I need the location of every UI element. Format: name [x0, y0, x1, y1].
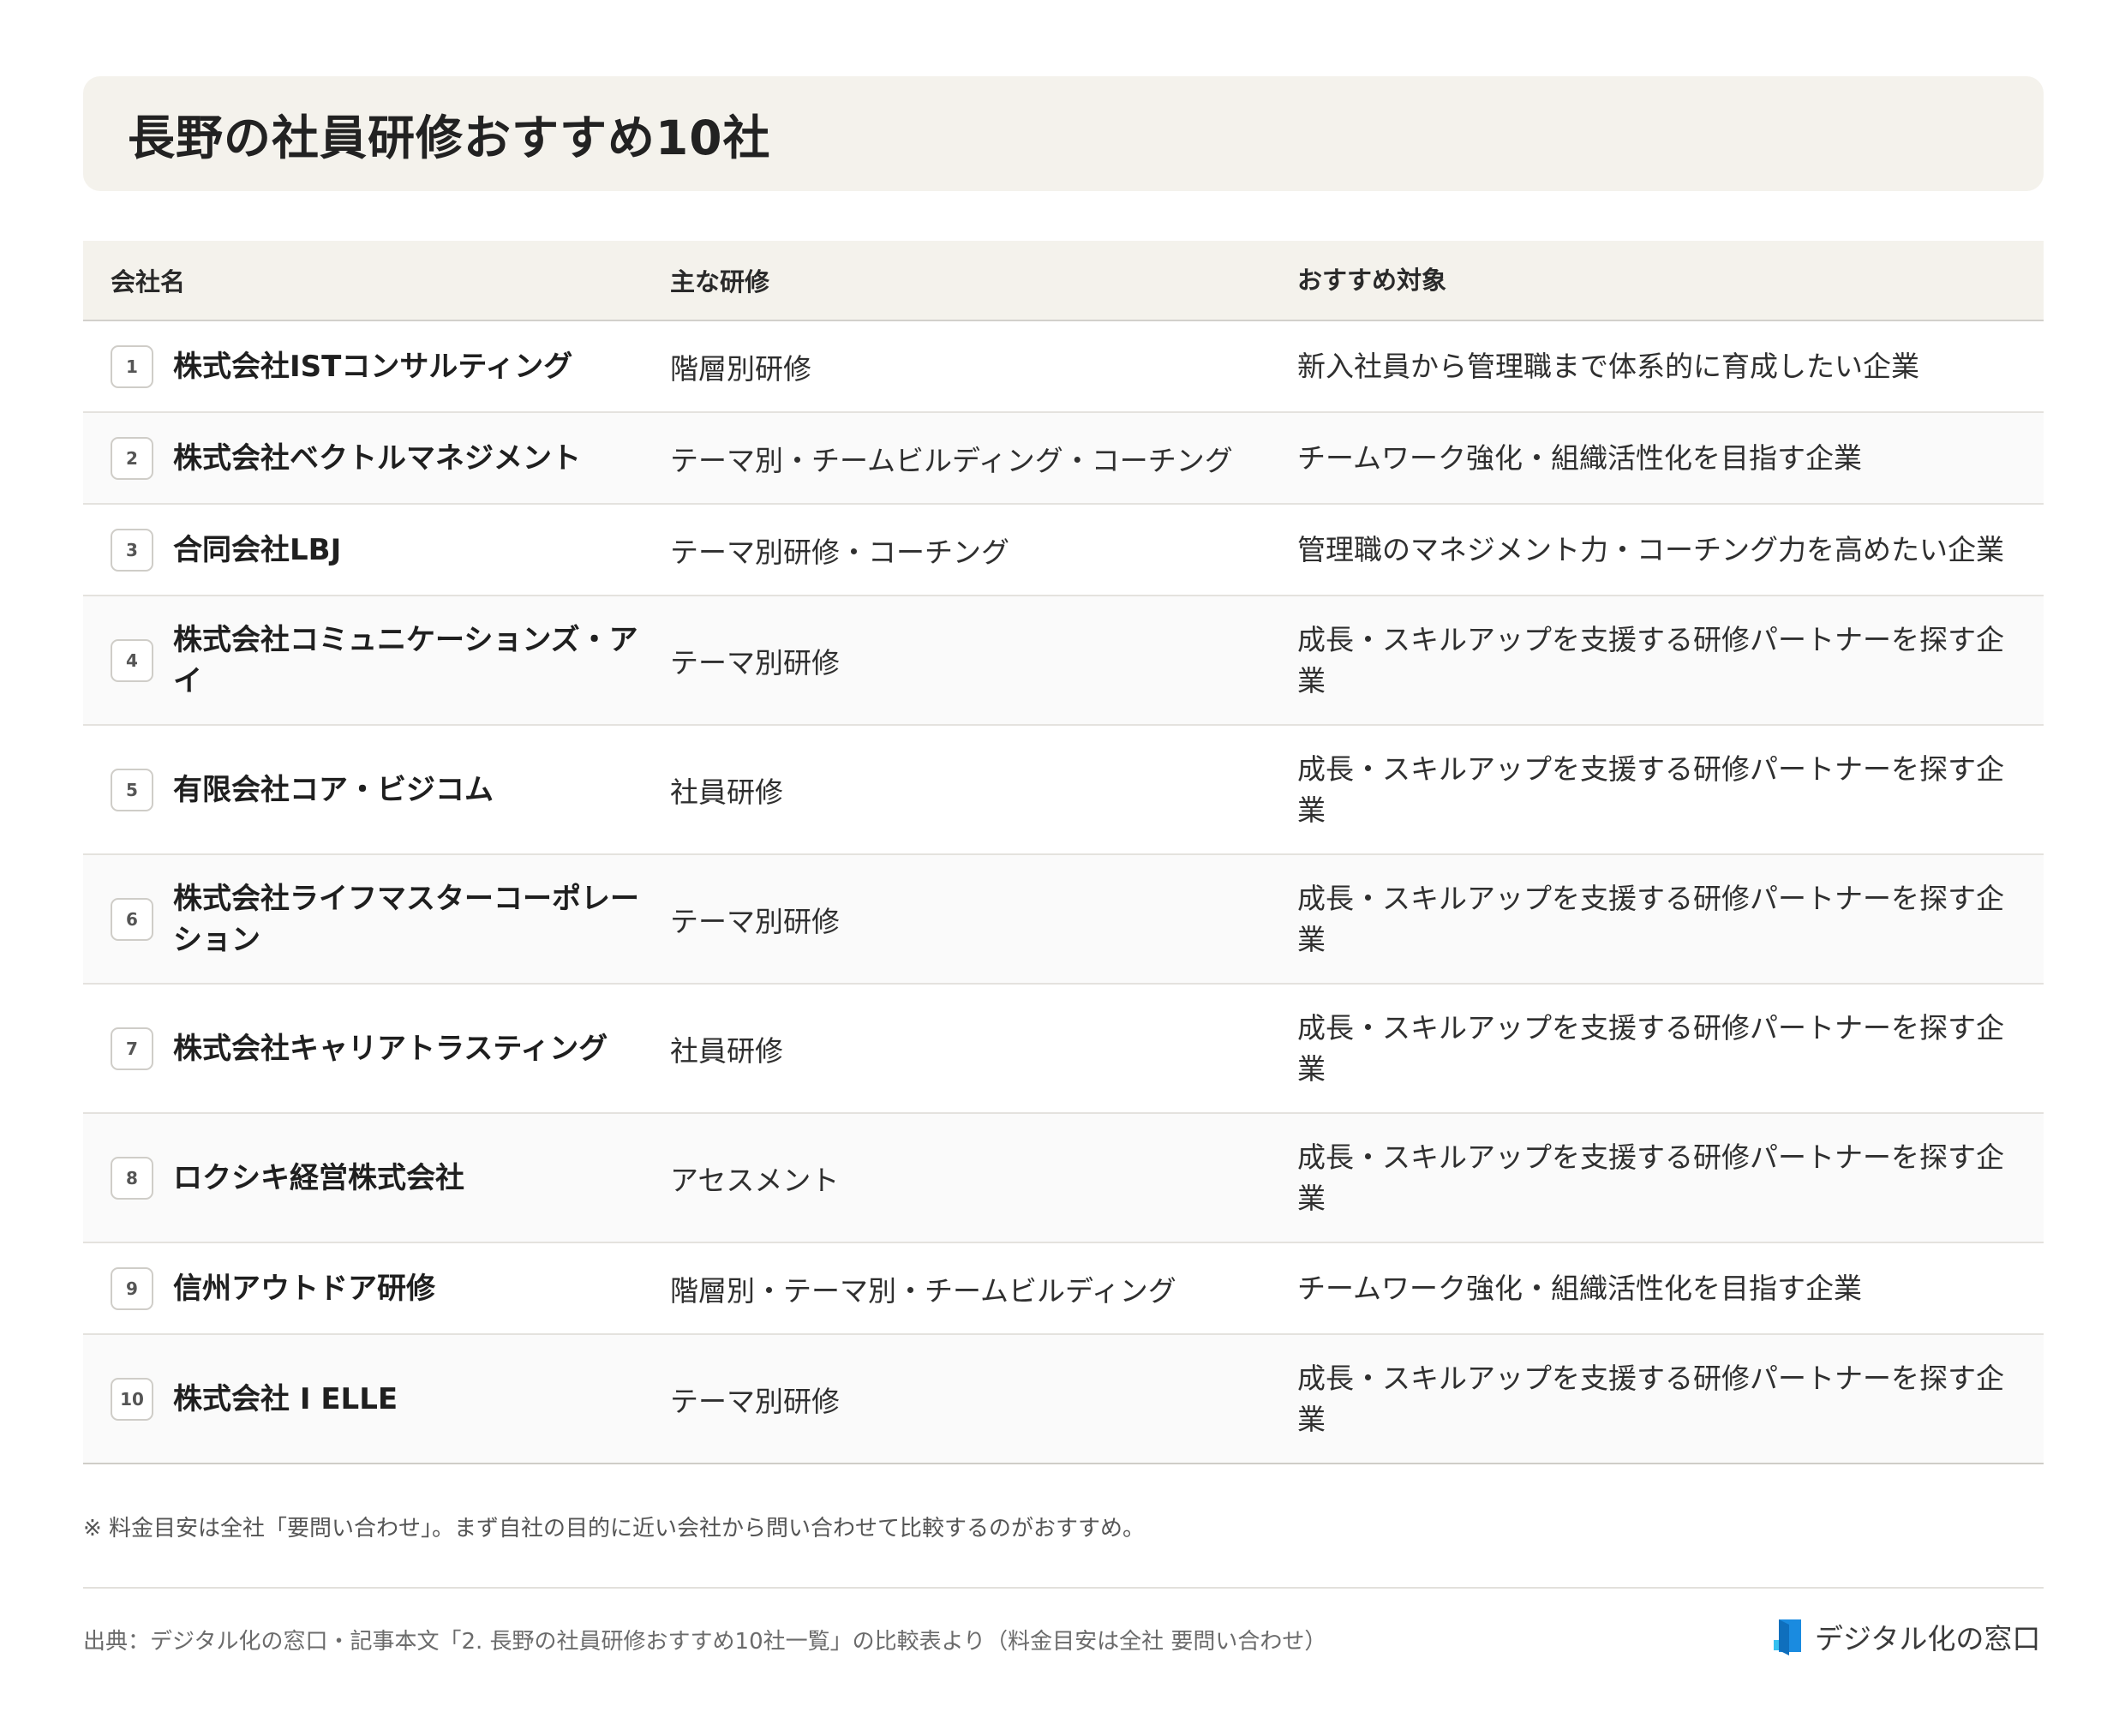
window-logo-icon — [1774, 1619, 1801, 1655]
table-row: 10 株式会社 I ELLE テーマ別研修 成長・スキルアップを支援する研修パー… — [83, 1335, 2044, 1464]
table-row: 6 株式会社ライフマスターコーポレーション テーマ別研修 成長・スキルアップを支… — [83, 855, 2044, 985]
training-cell: テーマ別研修 — [670, 904, 840, 938]
table-row: 2 株式会社ベクトルマネジメント テーマ別・チームビルディング・コーチング チー… — [83, 413, 2044, 505]
company-name: 株式会社 I ELLE — [173, 1381, 398, 1416]
rank-badge: 4 — [111, 638, 153, 682]
rank-badge: 10 — [111, 1377, 153, 1421]
rank-badge: 1 — [111, 344, 153, 388]
company-cell: 2 株式会社ベクトルマネジメント — [83, 436, 670, 480]
company-name: 合同会社LBJ — [173, 532, 342, 567]
rank-badge: 3 — [111, 528, 153, 572]
company-cell: 6 株式会社ライフマスターコーポレーション — [83, 878, 670, 961]
rank-badge: 2 — [111, 436, 153, 480]
page-title: 長野の社員研修おすすめ10社 — [128, 111, 771, 165]
table-header: 会社名 主な研修 おすすめ対象 — [83, 241, 2044, 321]
footnote: ※ 料金目安は全社「要問い合わせ」。まず自社の目的に近い会社から問い合わせて比較… — [83, 1516, 1146, 1541]
company-name: 株式会社ライフマスターコーポレーション — [173, 881, 639, 957]
training-cell: 階層別研修 — [670, 351, 811, 386]
footer-divider — [83, 1587, 2044, 1589]
header-target: おすすめ対象 — [1297, 266, 1447, 295]
company-cell: 1 株式会社ISTコンサルティング — [83, 344, 670, 388]
company-name: 有限会社コア・ビジコム — [173, 772, 494, 807]
training-cell: テーマ別研修・コーチング — [670, 535, 1009, 569]
rank-badge: 5 — [111, 768, 153, 811]
comparison-table: 会社名 主な研修 おすすめ対象 1 株式会社ISTコンサルティング 階層別研修 … — [83, 241, 2044, 1464]
target-cell: チームワーク強化・組織活性化を目指す企業 — [1297, 1271, 1863, 1305]
target-cell: チームワーク強化・組織活性化を目指す企業 — [1297, 440, 1863, 475]
source-credit: 出典：デジタル化の窓口・記事本文「2. 長野の社員研修おすすめ10社一覧」の比較… — [83, 1629, 1327, 1655]
company-name: ロクシキ経営株式会社 — [173, 1160, 464, 1195]
company-cell: 4 株式会社コミュニケーションズ・アイ — [83, 620, 670, 702]
company-cell: 8 ロクシキ経営株式会社 — [83, 1156, 670, 1200]
target-cell: 成長・スキルアップを支援する研修パートナーを探す企業 — [1297, 881, 2004, 956]
training-cell: テーマ別・チームビルディング・コーチング — [670, 443, 1233, 477]
company-name: 株式会社ISTコンサルティング — [173, 349, 573, 384]
training-cell: テーマ別研修 — [670, 645, 840, 679]
title-banner: 長野の社員研修おすすめ10社 — [83, 76, 2044, 191]
training-cell: テーマ別研修 — [670, 1384, 840, 1418]
company-cell: 10 株式会社 I ELLE — [83, 1377, 670, 1421]
brand-logo: デジタル化の窓口 — [1772, 1616, 2040, 1657]
target-cell: 成長・スキルアップを支援する研修パートナーを探す企業 — [1297, 1010, 2004, 1086]
company-cell: 7 株式会社キャリアトラスティング — [83, 1027, 670, 1070]
rank-badge: 8 — [111, 1156, 153, 1200]
company-name: 株式会社キャリアトラスティング — [173, 1031, 608, 1066]
brand-name: デジタル化の窓口 — [1815, 1622, 2041, 1655]
target-cell: 成長・スキルアップを支援する研修パートナーを探す企業 — [1297, 751, 2004, 827]
company-name: 信州アウトドア研修 — [173, 1271, 435, 1306]
table-row: 9 信州アウトドア研修 階層別・テーマ別・チームビルディング チームワーク強化・… — [83, 1243, 2044, 1335]
target-cell: 管理職のマネジメント力・コーチング力を高めたい企業 — [1297, 532, 2004, 566]
company-name: 株式会社ベクトルマネジメント — [173, 440, 581, 476]
table-row: 7 株式会社キャリアトラスティング 社員研修 成長・スキルアップを支援する研修パ… — [83, 985, 2044, 1114]
training-cell: アセスメント — [670, 1163, 840, 1197]
target-cell: 成長・スキルアップを支援する研修パートナーを探す企業 — [1297, 1140, 2004, 1215]
rank-badge: 7 — [111, 1027, 153, 1070]
table-row: 5 有限会社コア・ビジコム 社員研修 成長・スキルアップを支援する研修パートナー… — [83, 726, 2044, 855]
training-cell: 階層別・テーマ別・チームビルディング — [670, 1273, 1176, 1308]
target-cell: 成長・スキルアップを支援する研修パートナーを探す企業 — [1297, 1361, 2004, 1436]
rank-badge: 9 — [111, 1266, 153, 1310]
table-row: 8 ロクシキ経営株式会社 アセスメント 成長・スキルアップを支援する研修パートナ… — [83, 1114, 2044, 1243]
company-cell: 9 信州アウトドア研修 — [83, 1266, 670, 1310]
training-cell: 社員研修 — [670, 1033, 783, 1068]
rank-badge: 6 — [111, 897, 153, 941]
training-cell: 社員研修 — [670, 775, 783, 809]
company-cell: 3 合同会社LBJ — [83, 528, 670, 572]
target-cell: 成長・スキルアップを支援する研修パートナーを探す企業 — [1297, 622, 2004, 697]
table-row: 3 合同会社LBJ テーマ別研修・コーチング 管理職のマネジメント力・コーチング… — [83, 505, 2044, 596]
table-row: 1 株式会社ISTコンサルティング 階層別研修 新入社員から管理職まで体系的に育… — [83, 321, 2044, 413]
company-name: 株式会社コミュニケーションズ・アイ — [173, 622, 638, 698]
header-training: 主な研修 — [670, 267, 770, 296]
company-cell: 5 有限会社コア・ビジコム — [83, 768, 670, 811]
table-row: 4 株式会社コミュニケーションズ・アイ テーマ別研修 成長・スキルアップを支援す… — [83, 596, 2044, 726]
header-company: 会社名 — [111, 267, 186, 296]
target-cell: 新入社員から管理職まで体系的に育成したい企業 — [1297, 349, 1919, 383]
